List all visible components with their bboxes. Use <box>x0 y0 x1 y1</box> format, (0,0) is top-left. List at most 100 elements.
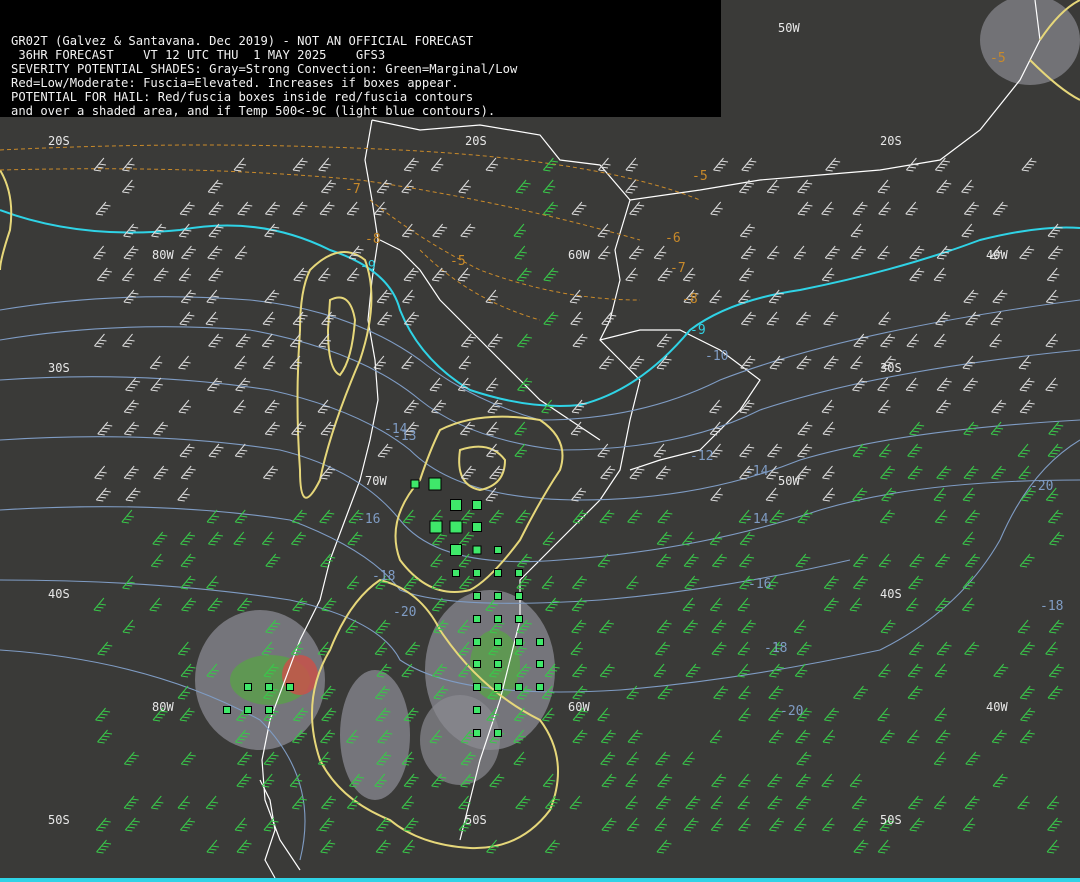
wind-barb <box>489 773 505 788</box>
wind-barb <box>822 817 835 832</box>
wind-barb <box>430 553 443 568</box>
wind-barb <box>682 751 695 766</box>
wind-barb <box>377 443 393 458</box>
lon-label: 40W <box>986 248 1008 262</box>
lon-label: 80W <box>152 248 174 262</box>
wind-barb <box>655 641 671 656</box>
wind-barb <box>711 641 727 656</box>
wind-barb <box>1019 641 1035 656</box>
wind-barb <box>1017 443 1031 458</box>
temp-label: -18 <box>1040 599 1063 614</box>
wind-barb <box>570 421 584 436</box>
wind-barb <box>321 707 337 722</box>
wind-barb <box>879 729 895 744</box>
wind-barb <box>542 773 556 788</box>
wind-barb <box>853 685 869 700</box>
wind-barb <box>319 201 335 216</box>
wind-barb <box>207 179 223 194</box>
wind-barb <box>1019 399 1035 414</box>
hail-box <box>494 592 502 600</box>
lon-label: 50W <box>778 474 800 488</box>
wind-barb <box>909 245 925 260</box>
wind-barb <box>739 223 755 238</box>
temp-label: -18 <box>764 641 787 656</box>
wind-barb <box>514 443 527 458</box>
wind-barb <box>599 619 614 634</box>
wind-barb <box>460 333 476 348</box>
wind-barb <box>261 531 275 546</box>
wind-barb <box>1047 223 1063 238</box>
wind-barb <box>459 421 475 436</box>
wind-barb <box>121 267 135 282</box>
wind-barb <box>97 421 113 436</box>
wind-barb <box>625 773 638 788</box>
wind-barb <box>880 465 896 480</box>
wind-barb <box>431 267 447 282</box>
wind-barb <box>487 333 503 348</box>
wind-barb <box>962 487 976 502</box>
wind-barb <box>821 267 835 282</box>
wind-barb <box>766 245 780 260</box>
wind-barb <box>655 465 671 480</box>
wind-barb <box>821 773 834 788</box>
wind-barb <box>1017 619 1031 634</box>
wind-barb <box>822 487 835 502</box>
wind-barb <box>125 377 141 392</box>
wind-barb <box>517 333 532 348</box>
wind-barb <box>513 751 526 766</box>
wind-barb <box>739 267 754 282</box>
header-line-1: GR02T (Galvez & Santavana. Dec 2019) - N… <box>11 34 474 48</box>
wind-barb <box>907 663 923 678</box>
wind-barb <box>600 729 616 744</box>
wind-barb <box>180 465 196 480</box>
wind-barb <box>542 531 556 546</box>
hail-box <box>473 638 481 646</box>
wind-barb <box>908 641 924 656</box>
wind-barb <box>908 575 924 590</box>
wind-barb <box>237 751 253 766</box>
wind-barb <box>936 465 952 480</box>
wind-barb <box>795 553 811 568</box>
wind-barb <box>963 289 979 304</box>
wind-barb <box>992 201 1008 216</box>
wind-barb <box>1045 333 1058 348</box>
wind-barb <box>150 377 163 392</box>
wind-barb <box>235 333 251 348</box>
wind-barb <box>401 223 415 238</box>
wind-barb <box>936 245 952 260</box>
wind-barb <box>850 223 864 238</box>
wind-barb <box>626 817 640 832</box>
wind-barb <box>710 201 723 216</box>
wind-barb <box>123 223 139 238</box>
wind-barb <box>179 311 195 326</box>
wind-barb <box>1019 245 1035 260</box>
wind-barb <box>682 597 696 612</box>
wind-barb <box>709 597 723 612</box>
wind-barb <box>1049 531 1065 546</box>
wind-barb <box>625 267 638 282</box>
wind-barb <box>121 509 134 524</box>
wind-barb <box>292 157 308 172</box>
wind-barb <box>264 289 280 304</box>
wind-barb <box>849 597 863 612</box>
temp-label: -12 <box>690 449 713 464</box>
wind-barb <box>95 487 111 502</box>
wind-barb <box>909 553 925 568</box>
wind-barb <box>180 817 195 832</box>
lat-label: 50S <box>880 813 902 827</box>
wind-barb <box>597 707 610 722</box>
wind-barb <box>739 553 755 568</box>
wind-barb <box>965 311 981 326</box>
wind-barb <box>570 641 583 656</box>
forecast-header: GR02T (Galvez & Santavana. Dec 2019) - N… <box>0 0 721 118</box>
wind-barb <box>935 553 950 568</box>
wind-barb <box>822 729 836 744</box>
hail-box <box>494 638 502 646</box>
hail-box <box>473 683 481 691</box>
wind-barb <box>825 157 841 172</box>
hail-box <box>472 522 482 532</box>
wind-barb <box>234 355 247 370</box>
wind-barb <box>403 267 419 282</box>
wind-barb <box>262 355 276 370</box>
wind-barb <box>572 509 588 524</box>
